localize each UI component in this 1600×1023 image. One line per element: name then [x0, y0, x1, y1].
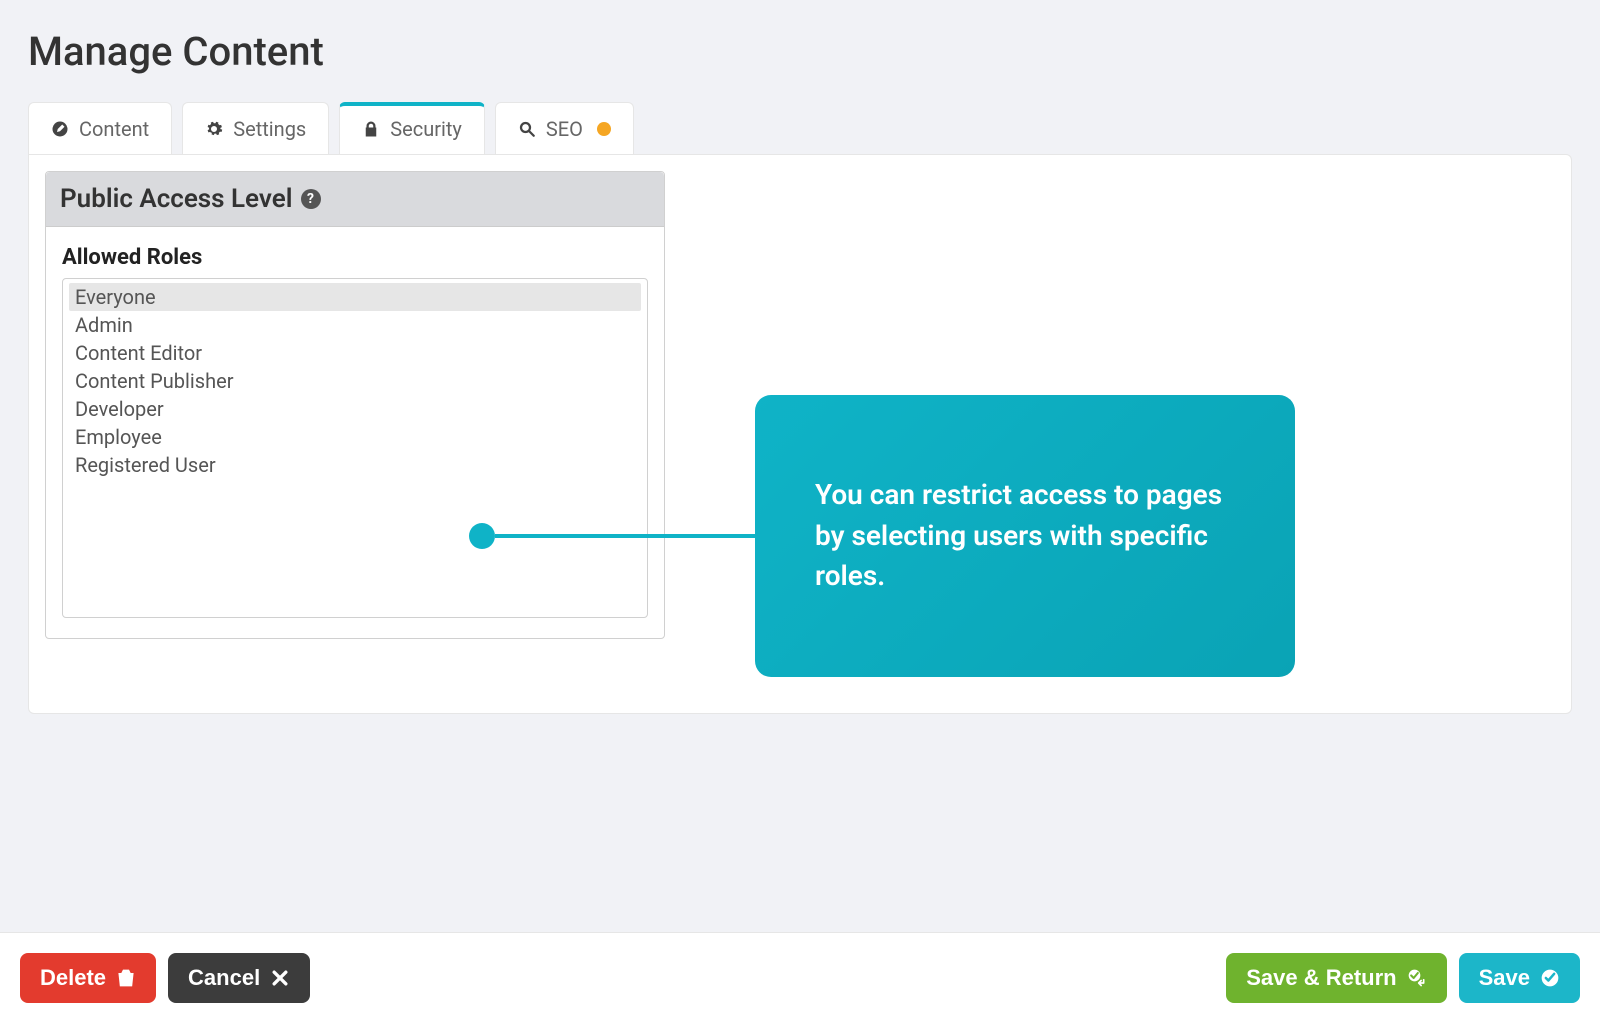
role-option[interactable]: Registered User: [69, 451, 641, 479]
footer: Delete Cancel Save & Return Save: [0, 932, 1600, 1023]
check-return-icon: [1407, 968, 1427, 988]
tab-settings[interactable]: Settings: [182, 102, 329, 155]
role-option[interactable]: Everyone: [69, 283, 641, 311]
search-icon: [518, 120, 536, 138]
button-label: Save & Return: [1246, 965, 1396, 991]
tab-label: Settings: [233, 117, 306, 141]
lock-icon: [362, 120, 380, 138]
role-option[interactable]: Admin: [69, 311, 641, 339]
card-header: Public Access Level ?: [46, 172, 664, 227]
tab-seo[interactable]: SEO: [495, 102, 634, 155]
tab-security[interactable]: Security: [339, 102, 485, 155]
role-option[interactable]: Developer: [69, 395, 641, 423]
tab-label: Content: [79, 117, 149, 141]
button-label: Delete: [40, 965, 106, 991]
callout-text: You can restrict access to pages by sele…: [815, 478, 1222, 592]
roles-listbox[interactable]: Everyone Admin Content Editor Content Pu…: [62, 278, 648, 618]
check-circle-icon: [1540, 968, 1560, 988]
save-return-button[interactable]: Save & Return: [1226, 953, 1446, 1003]
security-panel: Public Access Level ? Allowed Roles Ever…: [28, 154, 1572, 714]
pencil-icon: [51, 120, 69, 138]
tabs: Content Settings Security SEO: [28, 101, 1572, 154]
help-icon[interactable]: ?: [301, 189, 321, 209]
role-option[interactable]: Employee: [69, 423, 641, 451]
allowed-roles-label: Allowed Roles: [46, 227, 664, 278]
save-button[interactable]: Save: [1459, 953, 1580, 1003]
page-title: Manage Content: [28, 28, 1572, 75]
tab-content[interactable]: Content: [28, 102, 172, 155]
button-label: Cancel: [188, 965, 260, 991]
public-access-card: Public Access Level ? Allowed Roles Ever…: [45, 171, 665, 639]
role-option[interactable]: Content Editor: [69, 339, 641, 367]
status-dot-icon: [597, 122, 611, 136]
gear-icon: [205, 120, 223, 138]
trash-icon: [116, 968, 136, 988]
role-option[interactable]: Content Publisher: [69, 367, 641, 395]
close-icon: [270, 968, 290, 988]
delete-button[interactable]: Delete: [20, 953, 156, 1003]
tab-label: SEO: [546, 117, 583, 141]
button-label: Save: [1479, 965, 1530, 991]
cancel-button[interactable]: Cancel: [168, 953, 310, 1003]
tab-label: Security: [390, 117, 462, 141]
card-header-title: Public Access Level: [60, 184, 293, 214]
callout-box: You can restrict access to pages by sele…: [755, 395, 1295, 677]
